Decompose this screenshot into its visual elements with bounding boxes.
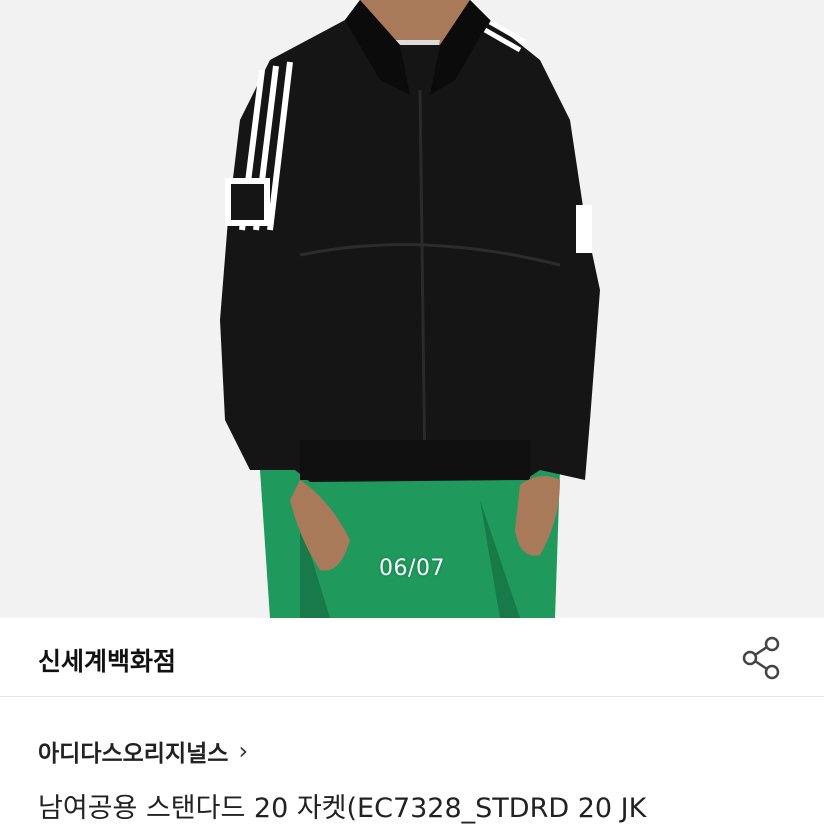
share-button[interactable]: [738, 630, 788, 686]
store-name: 신세계백화점: [38, 647, 177, 676]
chevron-right-icon: ›: [238, 737, 249, 765]
image-counter: 06/07: [379, 556, 445, 581]
product-image-carousel[interactable]: 06/07: [0, 0, 824, 618]
product-title: 남여공용 스탠다드 20 자켓(EC7328_STDRD 20 JK: [38, 793, 647, 824]
store-row: 신세계백화점: [0, 618, 824, 697]
share-icon: [742, 636, 780, 680]
product-photo: [0, 0, 824, 618]
brand-link[interactable]: 아디다스오리지널스 ›: [38, 734, 248, 768]
brand-name: 아디다스오리지널스: [38, 741, 229, 767]
